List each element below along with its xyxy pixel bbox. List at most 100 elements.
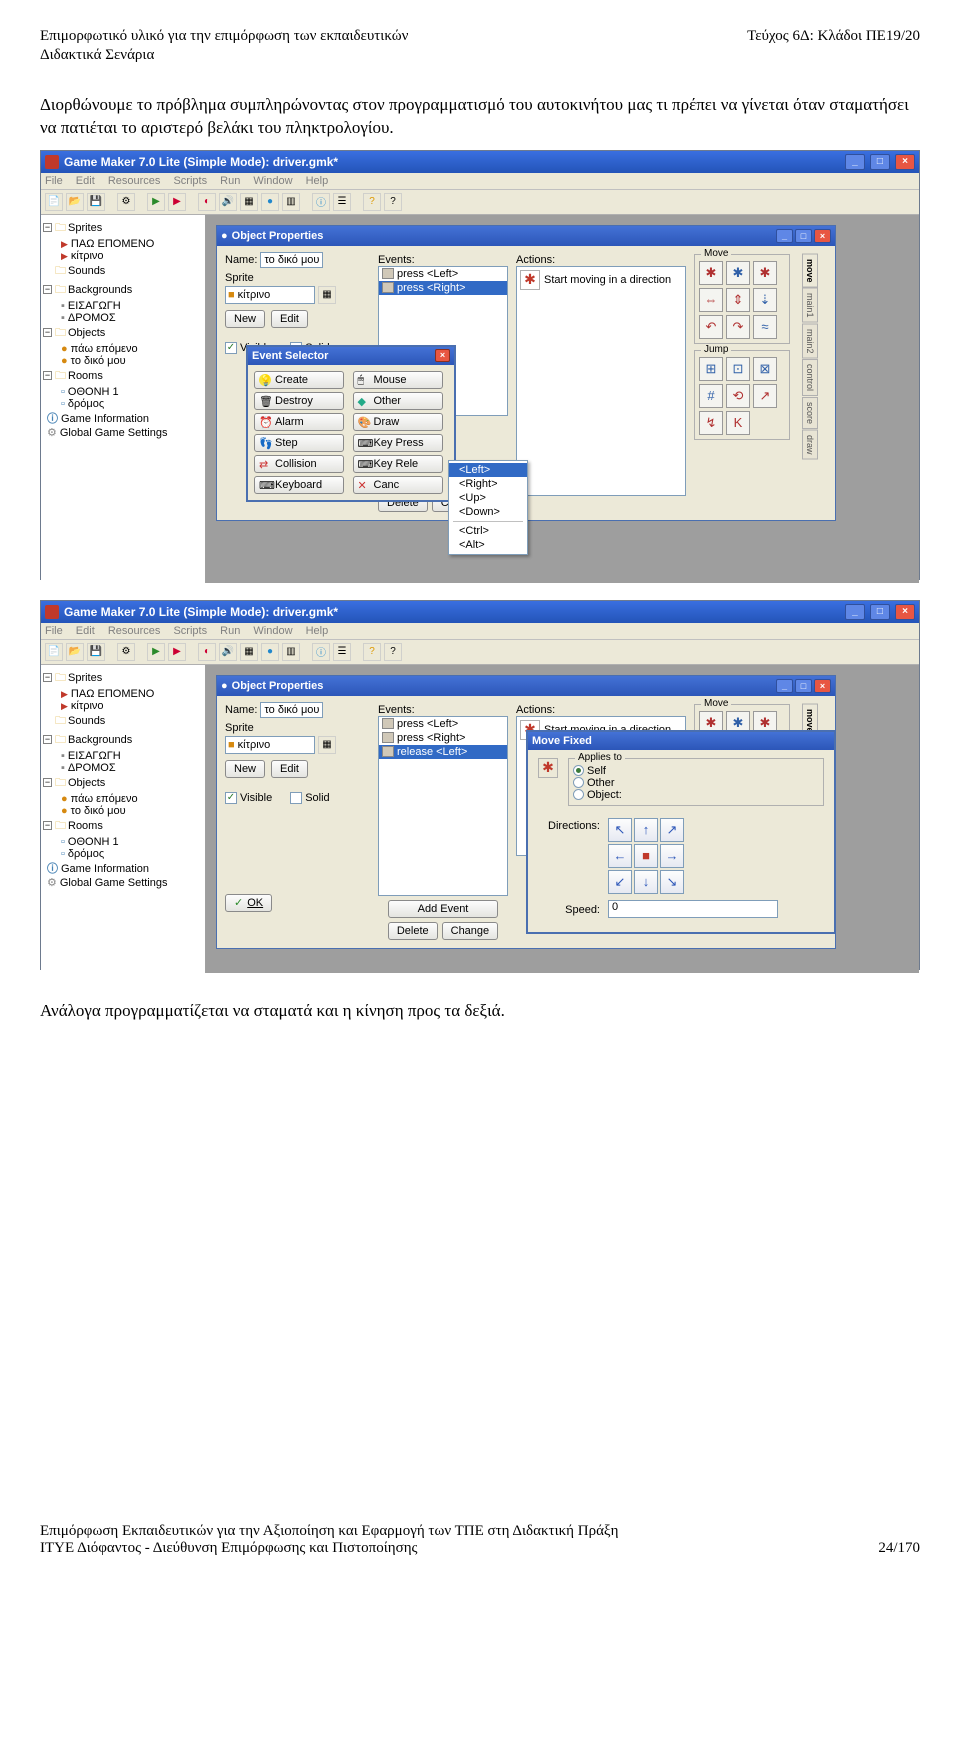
tb-new[interactable]: 📄 bbox=[45, 193, 63, 211]
radio-self[interactable] bbox=[573, 765, 584, 776]
tree-sprites[interactable]: Sprites bbox=[68, 672, 102, 684]
tab-move[interactable]: move bbox=[802, 254, 818, 288]
tb-bg[interactable]: ▦ bbox=[240, 643, 258, 661]
new-button[interactable]: New bbox=[225, 310, 265, 328]
sprite-select[interactable]: ■κίτρινο bbox=[225, 736, 315, 754]
dd-up[interactable]: <Up> bbox=[449, 491, 527, 505]
tb-sound[interactable]: 🔊 bbox=[219, 643, 237, 661]
tree-sprites[interactable]: Sprites bbox=[68, 222, 102, 234]
tb-make[interactable]: ⚙ bbox=[117, 193, 135, 211]
event-item[interactable]: press <Left> bbox=[397, 268, 458, 280]
ev-create[interactable]: 💡Create bbox=[254, 371, 344, 389]
tree-sounds[interactable]: Sounds bbox=[68, 715, 105, 727]
tb-run[interactable]: ▶ bbox=[147, 193, 165, 211]
tb-help[interactable]: ? bbox=[384, 643, 402, 661]
tb-info[interactable]: ⓘ bbox=[312, 193, 330, 211]
actions-list[interactable]: ✱Start moving in a direction bbox=[516, 266, 686, 496]
dir-downright[interactable]: ↘ bbox=[660, 870, 684, 894]
tb-object[interactable]: ● bbox=[261, 643, 279, 661]
add-event-button[interactable]: Add Event bbox=[388, 900, 498, 918]
action-move-contact[interactable]: ↯ bbox=[699, 411, 723, 435]
menu-run[interactable]: Run bbox=[220, 625, 240, 637]
tb-debug[interactable]: ▶ bbox=[168, 193, 186, 211]
tb-sound[interactable]: 🔊 bbox=[219, 193, 237, 211]
action-item[interactable]: Start moving in a direction bbox=[544, 274, 671, 286]
tree-backgrounds[interactable]: Backgrounds bbox=[68, 284, 132, 296]
ev-collision[interactable]: ⇄Collision bbox=[254, 455, 344, 473]
change-button[interactable]: Change bbox=[442, 922, 499, 940]
tb-upgrade[interactable]: ? bbox=[363, 193, 381, 211]
objprop-close[interactable]: × bbox=[814, 229, 831, 243]
ev-keyboard[interactable]: ⌨Keyboard bbox=[254, 476, 344, 494]
tree-game-info[interactable]: Game Information bbox=[61, 413, 149, 425]
tree-game-settings[interactable]: Global Game Settings bbox=[60, 877, 168, 889]
action-gravity[interactable]: ⇣ bbox=[753, 288, 777, 312]
menu-window[interactable]: Window bbox=[253, 625, 292, 637]
action-reverse-v[interactable]: ↷ bbox=[726, 315, 750, 339]
dir-upleft[interactable]: ↖ bbox=[608, 818, 632, 842]
ok-button[interactable]: ✓OK bbox=[225, 894, 272, 912]
action-wrap[interactable]: ⟲ bbox=[726, 384, 750, 408]
ev-other[interactable]: ◆Other bbox=[353, 392, 443, 410]
radio-object[interactable] bbox=[573, 789, 584, 800]
tree-bg-2[interactable]: ΔΡΟΜΟΣ bbox=[68, 762, 116, 774]
menu-run[interactable]: Run bbox=[220, 175, 240, 187]
action-snap[interactable]: # bbox=[699, 384, 723, 408]
menu-file[interactable]: File bbox=[45, 625, 63, 637]
tab-draw[interactable]: draw bbox=[802, 430, 818, 460]
ev-keypress[interactable]: ⌨Key Press bbox=[353, 434, 443, 452]
tree-sprite-1[interactable]: ΠΑΩ ΕΠΟΜΕΝΟ bbox=[71, 238, 154, 250]
tb-open[interactable]: 📂 bbox=[66, 643, 84, 661]
tree-room-2[interactable]: δρόμος bbox=[68, 398, 104, 410]
tb-save[interactable]: 💾 bbox=[87, 193, 105, 211]
tb-save[interactable]: 💾 bbox=[87, 643, 105, 661]
solid-checkbox[interactable] bbox=[290, 792, 302, 804]
tb-settings[interactable]: ☰ bbox=[333, 643, 351, 661]
dd-down[interactable]: <Down> bbox=[449, 505, 527, 519]
tb-sprite[interactable]: ◐ bbox=[198, 193, 216, 211]
action-bounce[interactable]: ↗ bbox=[753, 384, 777, 408]
tree-backgrounds[interactable]: Backgrounds bbox=[68, 734, 132, 746]
tree-obj-2[interactable]: το δικό μου bbox=[71, 355, 126, 367]
tree-obj-1[interactable]: πάω επόμενο bbox=[71, 343, 138, 355]
tab-control[interactable]: control bbox=[802, 359, 818, 396]
ev-destroy[interactable]: 🗑Destroy bbox=[254, 392, 344, 410]
tree-bg-1[interactable]: ΕΙΣΑΓΩΓΗ bbox=[68, 750, 121, 762]
action-reverse-h[interactable]: ↶ bbox=[699, 315, 723, 339]
objprop-min[interactable]: _ bbox=[776, 229, 793, 243]
name-input[interactable]: το δικό μου bbox=[260, 702, 323, 718]
event-item[interactable]: press <Left> bbox=[397, 718, 458, 730]
menu-scripts[interactable]: Scripts bbox=[173, 625, 207, 637]
sprite-browse[interactable]: ▦ bbox=[318, 736, 336, 754]
tb-open[interactable]: 📂 bbox=[66, 193, 84, 211]
menu-help[interactable]: Help bbox=[306, 625, 329, 637]
name-input[interactable]: το δικό μου bbox=[260, 252, 323, 268]
tab-main2[interactable]: main2 bbox=[802, 324, 818, 359]
tb-bg[interactable]: ▦ bbox=[240, 193, 258, 211]
tree-sprite-2[interactable]: κίτρινο bbox=[71, 250, 104, 262]
tb-upgrade[interactable]: ? bbox=[363, 643, 381, 661]
menu-help[interactable]: Help bbox=[306, 175, 329, 187]
tb-help[interactable]: ? bbox=[384, 193, 402, 211]
visible-checkbox[interactable]: ✓ bbox=[225, 342, 237, 354]
ev-cancel[interactable]: ✕Canc bbox=[353, 476, 443, 494]
tb-settings[interactable]: ☰ bbox=[333, 193, 351, 211]
dd-alt[interactable]: <Alt> bbox=[449, 538, 527, 552]
minimize-button[interactable]: _ bbox=[845, 604, 865, 620]
event-item-sel[interactable]: press <Right> bbox=[397, 282, 465, 294]
new-button[interactable]: New bbox=[225, 760, 265, 778]
tree-objects[interactable]: Objects bbox=[68, 777, 105, 789]
events-list-2[interactable]: press <Left> press <Right> release <Left… bbox=[378, 716, 508, 896]
objprop-min[interactable]: _ bbox=[776, 679, 793, 693]
action-jump-pos[interactable]: ⊞ bbox=[699, 357, 723, 381]
dir-downleft[interactable]: ↙ bbox=[608, 870, 632, 894]
menu-file[interactable]: File bbox=[45, 175, 63, 187]
menu-edit[interactable]: Edit bbox=[76, 625, 95, 637]
delete-button[interactable]: Delete bbox=[388, 922, 438, 940]
objprop-max[interactable]: □ bbox=[795, 679, 812, 693]
action-jump-start[interactable]: ⊡ bbox=[726, 357, 750, 381]
dir-upright[interactable]: ↗ bbox=[660, 818, 684, 842]
action-vspeed[interactable]: ⇕ bbox=[726, 288, 750, 312]
tb-info[interactable]: ⓘ bbox=[312, 643, 330, 661]
tree-sounds[interactable]: Sounds bbox=[68, 265, 105, 277]
